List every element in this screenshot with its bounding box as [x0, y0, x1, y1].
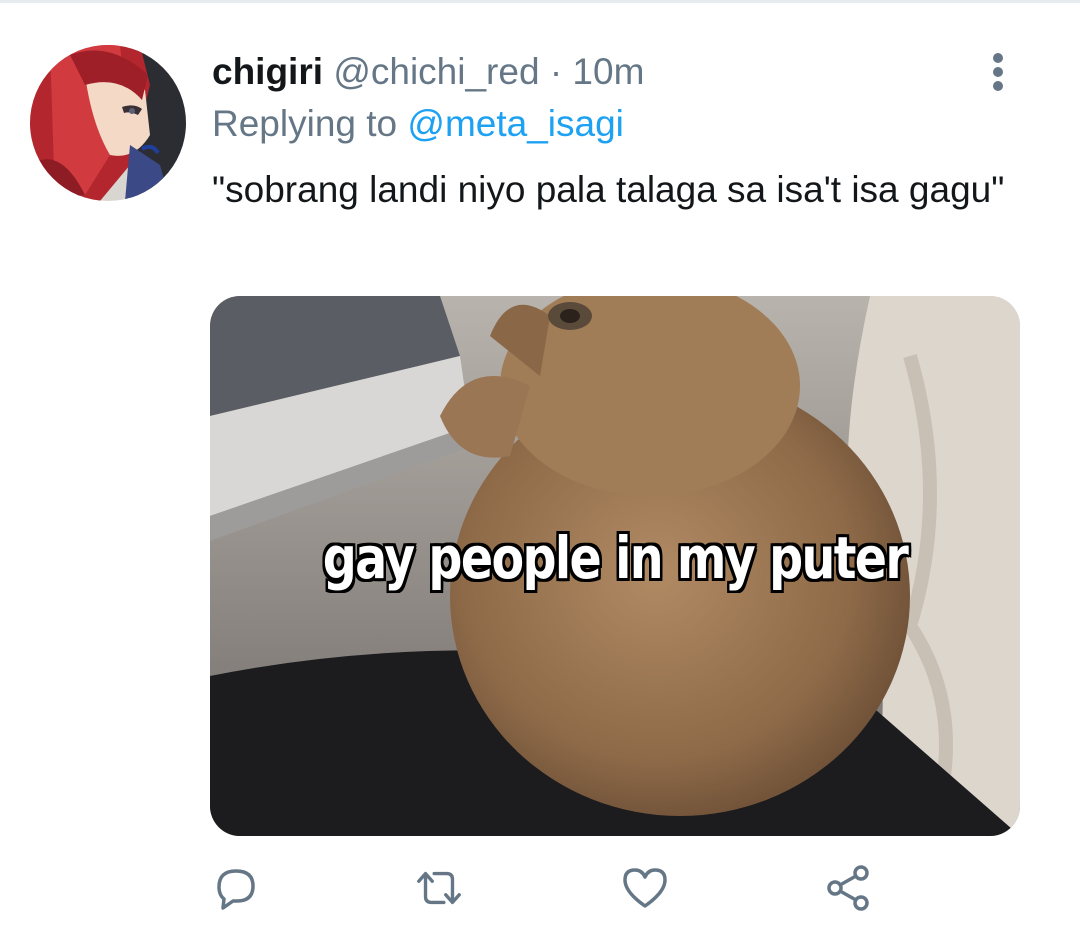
- replying-to-mention[interactable]: @meta_isagi: [407, 103, 624, 144]
- more-vertical-icon: [993, 53, 1003, 91]
- author-handle[interactable]: @chichi_red: [333, 51, 539, 92]
- top-divider: [0, 0, 1080, 3]
- tweet-text: "sobrang landi niyo pala talaga sa isa't…: [212, 169, 1005, 210]
- share-icon: [827, 865, 869, 911]
- replying-to: Replying to @meta_isagi: [212, 102, 624, 146]
- meme-caption: gay people in my puter: [322, 524, 909, 592]
- avatar[interactable]: [30, 45, 186, 201]
- header-separator: ·: [549, 51, 563, 92]
- retweet-icon: [417, 871, 461, 905]
- replying-to-label: Replying to: [212, 103, 398, 144]
- like-button[interactable]: [619, 862, 671, 914]
- tweet-header: chigiri @chichi_red · 10m: [212, 50, 644, 94]
- tweet-actions: [0, 862, 1080, 914]
- retweet-button[interactable]: [413, 862, 465, 914]
- heart-icon: [623, 868, 667, 908]
- tweet-media[interactable]: gay people in my puter: [210, 296, 1020, 836]
- author-name[interactable]: chigiri: [212, 51, 323, 92]
- reply-button[interactable]: [210, 862, 262, 914]
- more-options-button[interactable]: [976, 48, 1020, 96]
- reply-icon: [217, 869, 255, 910]
- timestamp[interactable]: 10m: [572, 51, 644, 92]
- avatar-image: [30, 45, 186, 201]
- share-button[interactable]: [822, 862, 874, 914]
